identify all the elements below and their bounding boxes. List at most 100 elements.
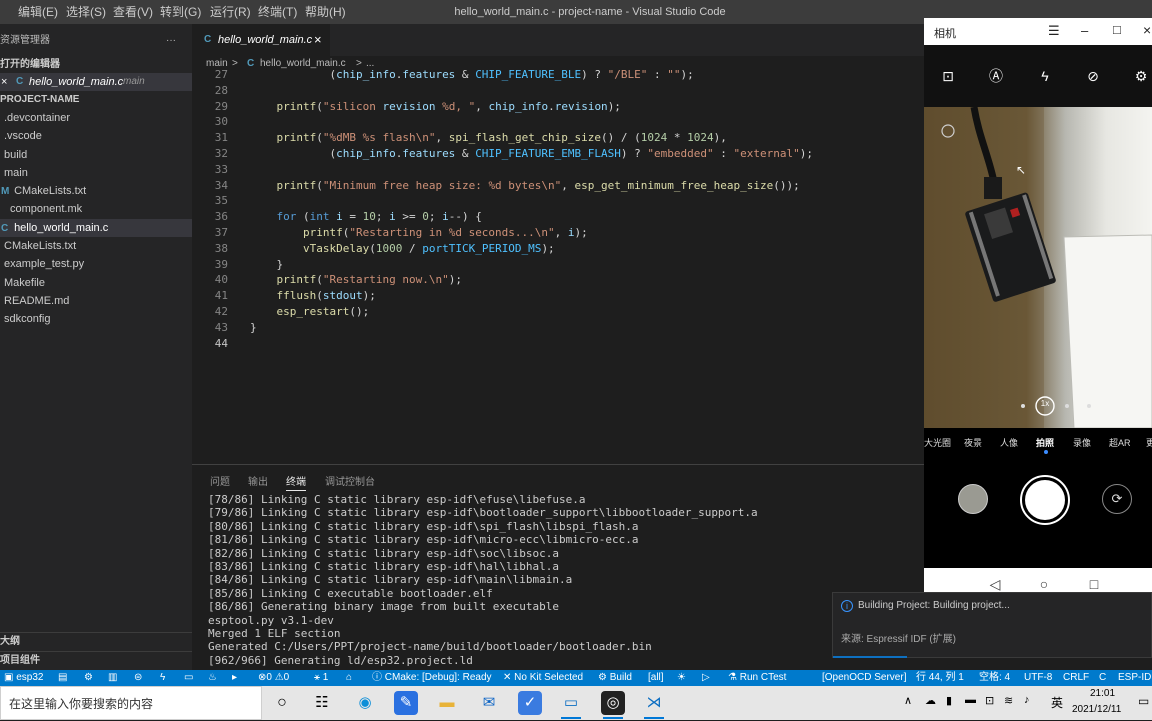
notification-center-icon[interactable]: ▭ [1138,694,1149,708]
open-editor-item[interactable]: × C hello_world_main.c main [0,73,192,91]
terminal-icon[interactable]: ▸ [232,670,237,686]
code-line[interactable]: 42 esp_restart(); [192,304,924,320]
kit-selector[interactable]: ✕ No Kit Selected [503,670,583,686]
code-line[interactable]: 31 printf("%dMB %s flash\n", spi_flash_g… [192,130,924,146]
mode-video[interactable]: 录像 [1073,436,1091,449]
run-icon[interactable]: ▷ [702,670,710,686]
edge-icon[interactable]: ◉ [353,691,377,715]
clock-time[interactable]: 21:01 [1090,688,1115,699]
menu-icon[interactable]: ☰ [1048,23,1060,39]
recents-icon[interactable]: □ [1085,576,1103,592]
tab-terminal[interactable]: 终端 [286,473,306,491]
minimize-icon[interactable]: – [1081,23,1088,38]
camera-viewfinder[interactable]: 1x ↖ [924,107,1152,428]
tree-item-build[interactable]: build [0,146,192,164]
tab-problems[interactable]: 问题 [210,473,230,488]
gallery-thumbnail[interactable] [958,484,988,514]
cortana-icon[interactable]: ○ [270,691,294,715]
close-icon[interactable]: × [314,24,322,56]
monitor-icon[interactable]: ▭ [184,670,193,686]
code-line[interactable]: 36 for (int i = 10; i >= 0; i--) { [192,209,924,225]
flame-icon[interactable]: ♨ [208,670,217,686]
tree-item-example-test[interactable]: example_test.py [0,255,192,273]
filter-off-icon[interactable]: ⊘ [1082,65,1104,87]
network-icon[interactable]: ⊡ [985,694,994,707]
scan-icon[interactable]: ⊡ [937,65,959,87]
file-explorer-icon[interactable]: ▬ [435,691,459,715]
outline-section[interactable]: 大纲 [0,632,192,650]
code-line[interactable]: 43} [192,320,924,336]
code-line[interactable]: 40 printf("Restarting now.\n"); [192,272,924,288]
settings-icon[interactable]: ⚙ [1130,65,1152,87]
mode-night[interactable]: 夜景 [964,436,982,449]
code-line[interactable]: 28 [192,83,924,99]
database-icon[interactable]: ⊜ [134,670,142,686]
code-line[interactable]: 35 [192,193,924,209]
code-line[interactable]: 27 (chip_info.features & CHIP_FEATURE_BL… [192,67,924,83]
menu-edit[interactable]: 编辑(E) [18,0,58,24]
code-line[interactable]: 29 printf("silicon revision %d, ", chip_… [192,99,924,115]
clock-date[interactable]: 2021/12/11 [1072,704,1121,715]
project-section[interactable]: PROJECT-NAME [0,91,192,109]
tree-item-makefile[interactable]: Makefile [0,274,192,292]
pinned-app-icon[interactable]: ✓ [518,691,542,715]
ai-icon[interactable]: Ⓐ [985,65,1007,87]
notes-app-icon[interactable]: ✎ [394,691,418,715]
target-chip[interactable]: ▣ esp32 [4,670,43,686]
code-line[interactable]: 33 [192,162,924,178]
tree-item-main[interactable]: main [0,164,192,182]
menu-selection[interactable]: 选择(S) [66,0,106,24]
code-line[interactable]: 39 } [192,257,924,273]
tree-item-cmakelists-main[interactable]: M CMakeLists.txt [0,182,192,200]
wifi-icon[interactable]: ≋ [1004,694,1013,707]
line-ending[interactable]: CRLF [1063,670,1089,686]
volume-icon[interactable]: ♪ [1024,694,1030,706]
ctest-button[interactable]: ⚗ Run CTest [728,670,786,686]
menu-terminal[interactable]: 终端(T) [258,0,297,24]
menu-go[interactable]: 转到(G) [160,0,201,24]
maximize-icon[interactable]: □ [1113,22,1121,37]
tablet-app-icon[interactable]: ▭ [559,691,583,719]
open-editors-section[interactable]: 打开的编辑器 [0,56,192,74]
gear-icon[interactable]: ⚙ [84,670,93,686]
trash-icon[interactable]: ▥ [108,670,117,686]
tab-debug-console[interactable]: 调试控制台 [325,473,375,488]
tree-item-cmakelists-root[interactable]: CMakeLists.txt [0,237,192,255]
problems-indicator[interactable]: ⊗0 ⚠0 [258,670,289,686]
close-icon[interactable]: × [1143,22,1151,38]
tree-item-vscode[interactable]: .vscode [0,127,192,145]
indentation[interactable]: 空格: 4 [979,670,1010,686]
folder-icon[interactable]: ▤ [58,670,67,686]
mode-ar[interactable]: 超AR [1109,436,1131,449]
battery-icon[interactable]: ▬ [965,694,976,706]
menu-run[interactable]: 运行(R) [210,0,251,24]
switch-camera-icon[interactable]: ⟳ [1102,484,1132,514]
tree-item-sdkconfig[interactable]: sdkconfig [0,310,192,328]
shutter-button[interactable] [1020,475,1070,525]
mic-icon[interactable]: ▮ [946,694,952,707]
encoding[interactable]: UTF-8 [1024,670,1052,686]
mode-portrait[interactable]: 人像 [1000,436,1018,449]
ime-indicator[interactable]: 英 [1051,694,1063,711]
tree-item-readme[interactable]: README.md [0,292,192,310]
code-line[interactable]: 37 printf("Restarting in %d seconds...\n… [192,225,924,241]
home-icon[interactable]: ○ [1035,576,1053,592]
code-line[interactable]: 44 [192,336,924,352]
code-line[interactable]: 30 [192,114,924,130]
mail-icon[interactable]: ✉ [477,691,501,715]
flash-off-icon[interactable]: ϟ [1034,65,1056,87]
mode-aperture[interactable]: 大光圈 [924,436,951,449]
more-actions-icon[interactable]: ··· [166,32,176,50]
project-components-section[interactable]: 项目组件 [0,651,192,669]
code-line[interactable]: 32 (chip_info.features & CHIP_FEATURE_EM… [192,146,924,162]
mode-more[interactable]: 更 [1146,436,1152,449]
code-line[interactable]: 34 printf("Minimum free heap size: %d by… [192,178,924,194]
camera-app-icon[interactable]: ◎ [601,691,625,719]
code-line[interactable]: 38 vTaskDelay(1000 / portTICK_PERIOD_MS)… [192,241,924,257]
tree-item-devcontainer[interactable]: .devcontainer [0,109,192,127]
tree-item-component-mk[interactable]: component.mk [0,200,192,218]
debug-icon[interactable]: ☀ [677,670,686,686]
back-icon[interactable]: ◁ [986,576,1004,593]
openocd-status[interactable]: [OpenOCD Server] [822,670,906,686]
tray-chevron-icon[interactable]: ∧ [904,694,912,707]
